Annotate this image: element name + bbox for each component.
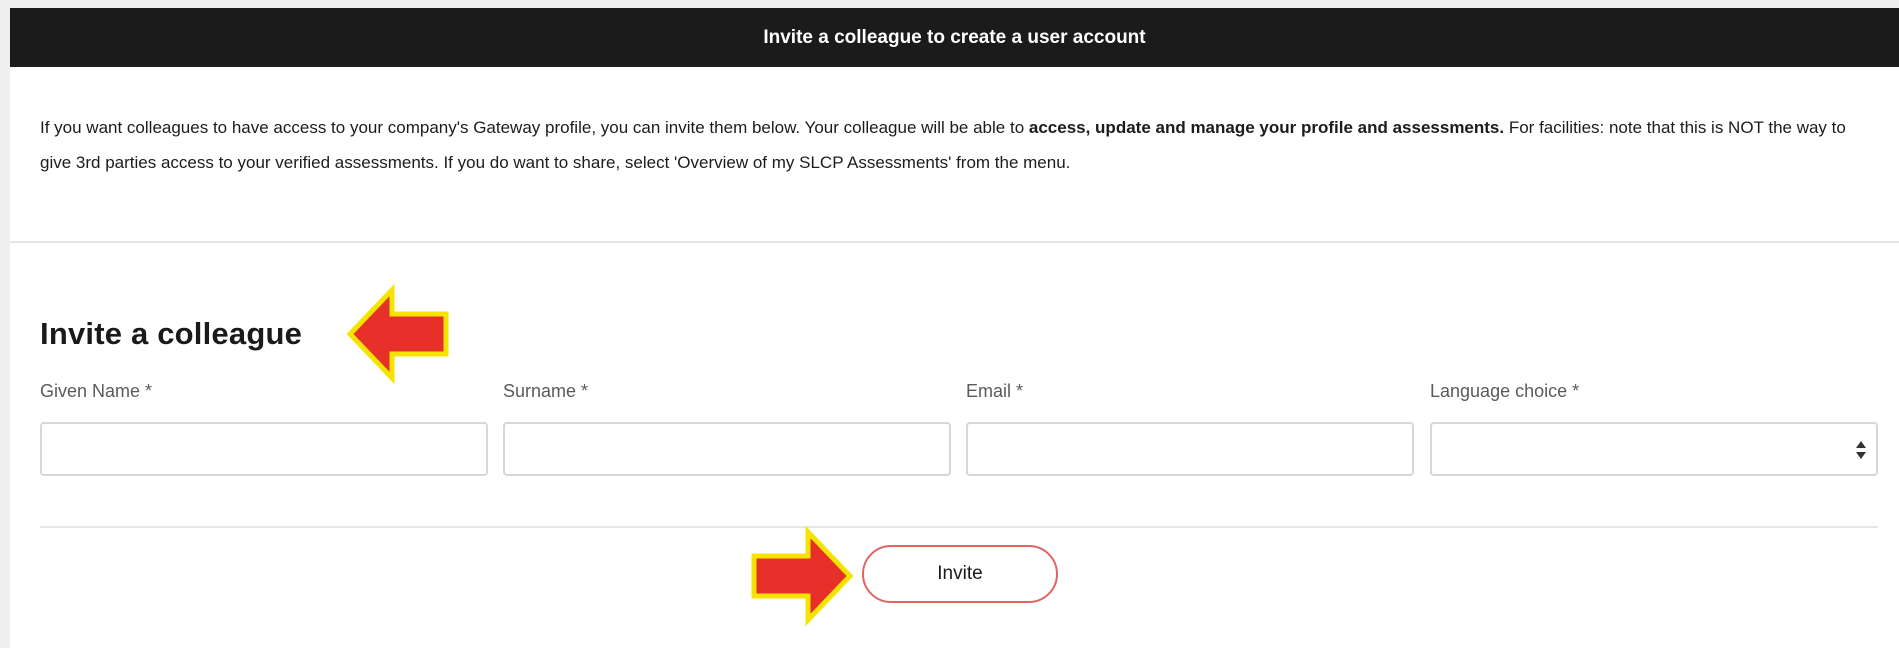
given-name-input[interactable] bbox=[40, 422, 488, 476]
intro-panel: If you want colleagues to have access to… bbox=[10, 67, 1899, 243]
header-title: Invite a colleague to create a user acco… bbox=[763, 26, 1146, 48]
surname-label: Surname * bbox=[503, 381, 589, 401]
form-divider bbox=[40, 526, 1878, 528]
email-input[interactable] bbox=[966, 422, 1414, 476]
red-arrow-icon bbox=[346, 284, 449, 384]
intro-text-bold: access, update and manage your profile a… bbox=[1028, 118, 1505, 137]
form-title: Invite a colleague bbox=[40, 316, 303, 351]
surname-input[interactable] bbox=[503, 422, 951, 476]
invite-button[interactable]: Invite bbox=[862, 545, 1058, 603]
page-header: Invite a colleague to create a user acco… bbox=[10, 8, 1899, 67]
invite-page: Invite a colleague to create a user acco… bbox=[10, 8, 1899, 648]
updown-chevron-icon bbox=[1856, 441, 1866, 459]
red-arrow-icon bbox=[751, 526, 854, 626]
language-choice-label: Language choice * bbox=[1430, 381, 1580, 401]
intro-text: If you want colleagues to have access to… bbox=[40, 110, 1870, 180]
language-choice-select[interactable] bbox=[1430, 422, 1878, 476]
intro-text-part1: If you want colleagues to have access to… bbox=[40, 118, 1029, 137]
given-name-label: Given Name * bbox=[40, 381, 153, 401]
email-label: Email * bbox=[966, 381, 1024, 401]
